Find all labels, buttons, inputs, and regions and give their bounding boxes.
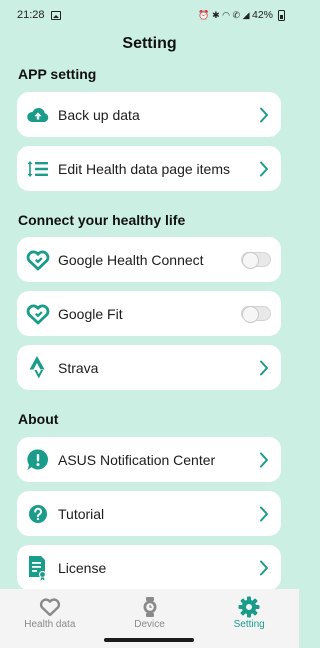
google-health-connect-item[interactable]: Google Health Connect [17, 237, 281, 282]
nav-setting[interactable]: Setting [199, 589, 299, 648]
heart-icon [26, 302, 50, 326]
tutorial-item[interactable]: Tutorial [17, 491, 281, 536]
signal-icon: ◢ [242, 9, 250, 20]
page-title: Setting [122, 35, 177, 52]
edit-health-items-label: Edit Health data page items [58, 160, 230, 177]
section-title-app: APP setting [18, 66, 97, 82]
google-fit-label: Google Fit [58, 305, 123, 322]
gallery-icon [50, 10, 61, 20]
home-indicator[interactable] [104, 638, 194, 642]
status-time: 21:28 [17, 9, 45, 21]
status-indicators: ⏰ ✱ ◠ ✆ ◢ 42% [198, 9, 285, 21]
chevron-right-icon [257, 106, 271, 124]
tutorial-label: Tutorial [58, 505, 105, 522]
chevron-right-icon [257, 559, 271, 577]
google-fit-toggle[interactable] [241, 306, 271, 323]
heart-outline-icon [39, 596, 61, 618]
call-icon: ✆ [232, 9, 241, 20]
google-fit-item[interactable]: Google Fit [17, 291, 281, 336]
license-label: License [58, 559, 107, 576]
reorder-icon [26, 157, 50, 181]
wifi-icon: ◠ [222, 9, 230, 20]
status-bar: 21:28 ⏰ ✱ ◠ ✆ ◢ 42% [0, 0, 299, 30]
nav-health-data[interactable]: Health data [0, 589, 100, 648]
backup-data-label: Back up data [58, 106, 140, 123]
strava-icon [26, 355, 50, 380]
watch-icon [139, 596, 161, 618]
license-icon [26, 555, 50, 580]
asus-notification-center-label: ASUS Notification Center [58, 451, 216, 468]
gear-icon [238, 596, 260, 618]
strava-item[interactable]: Strava [17, 345, 281, 390]
chevron-right-icon [257, 451, 271, 469]
chevron-right-icon [257, 160, 271, 178]
bluetooth-icon: ✱ [212, 9, 220, 20]
chevron-right-icon [257, 359, 271, 377]
battery-icon [278, 9, 285, 21]
backup-data-item[interactable]: Back up data [17, 92, 281, 137]
nav-device-label: Device [134, 619, 165, 630]
section-title-connect: Connect your healthy life [18, 212, 186, 228]
license-item[interactable]: License [17, 545, 281, 590]
alarm-icon: ⏰ [198, 9, 210, 20]
edit-health-items-item[interactable]: Edit Health data page items [17, 146, 281, 191]
battery-percent: 42% [251, 9, 273, 21]
google-health-connect-toggle[interactable] [241, 252, 271, 269]
cloud-upload-icon [26, 103, 50, 127]
asus-notification-center-item[interactable]: ASUS Notification Center [17, 437, 281, 482]
google-health-connect-label: Google Health Connect [58, 251, 204, 268]
nav-health-data-label: Health data [24, 619, 76, 630]
nav-setting-label: Setting [233, 619, 265, 630]
notification-icon [26, 448, 50, 472]
heart-icon [26, 248, 50, 272]
chevron-right-icon [257, 505, 271, 523]
section-title-about: About [18, 411, 59, 427]
question-icon [26, 502, 50, 526]
strava-label: Strava [58, 359, 99, 376]
